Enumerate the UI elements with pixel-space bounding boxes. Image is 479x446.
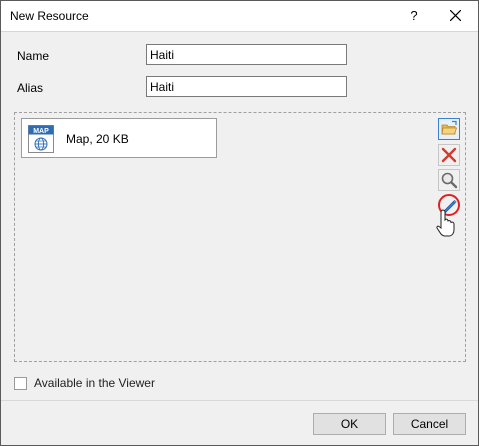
title-bar: New Resource ? [1, 1, 478, 32]
close-button[interactable] [434, 1, 478, 31]
view-button[interactable] [438, 169, 460, 191]
alias-label: Alias [17, 81, 44, 95]
resource-item-label: Map, 20 KB [66, 132, 129, 146]
available-in-viewer-label: Available in the Viewer [34, 376, 155, 390]
cancel-button[interactable]: Cancel [393, 413, 466, 435]
mouse-cursor-icon [436, 209, 455, 237]
footer-separator [1, 400, 478, 401]
name-label: Name [17, 49, 50, 63]
map-globe-icon: MAP [28, 125, 54, 153]
alias-input[interactable] [146, 76, 347, 97]
ok-button[interactable]: OK [313, 413, 386, 435]
delete-button[interactable] [438, 144, 460, 166]
dialog-title: New Resource [10, 9, 89, 23]
delete-x-icon [441, 147, 457, 163]
close-icon [450, 10, 461, 21]
help-button[interactable]: ? [391, 1, 437, 31]
name-input[interactable] [146, 44, 347, 65]
open-file-button[interactable] [438, 118, 460, 140]
resource-item-map[interactable]: MAP Map, 20 KB [21, 118, 217, 158]
map-badge-text: MAP [33, 128, 49, 135]
magnifier-icon [441, 172, 458, 189]
available-in-viewer-checkbox[interactable] [14, 377, 27, 390]
new-resource-dialog: New Resource ? Name Alias MAP Map, 20 KB [0, 0, 479, 446]
folder-open-icon [441, 120, 458, 135]
